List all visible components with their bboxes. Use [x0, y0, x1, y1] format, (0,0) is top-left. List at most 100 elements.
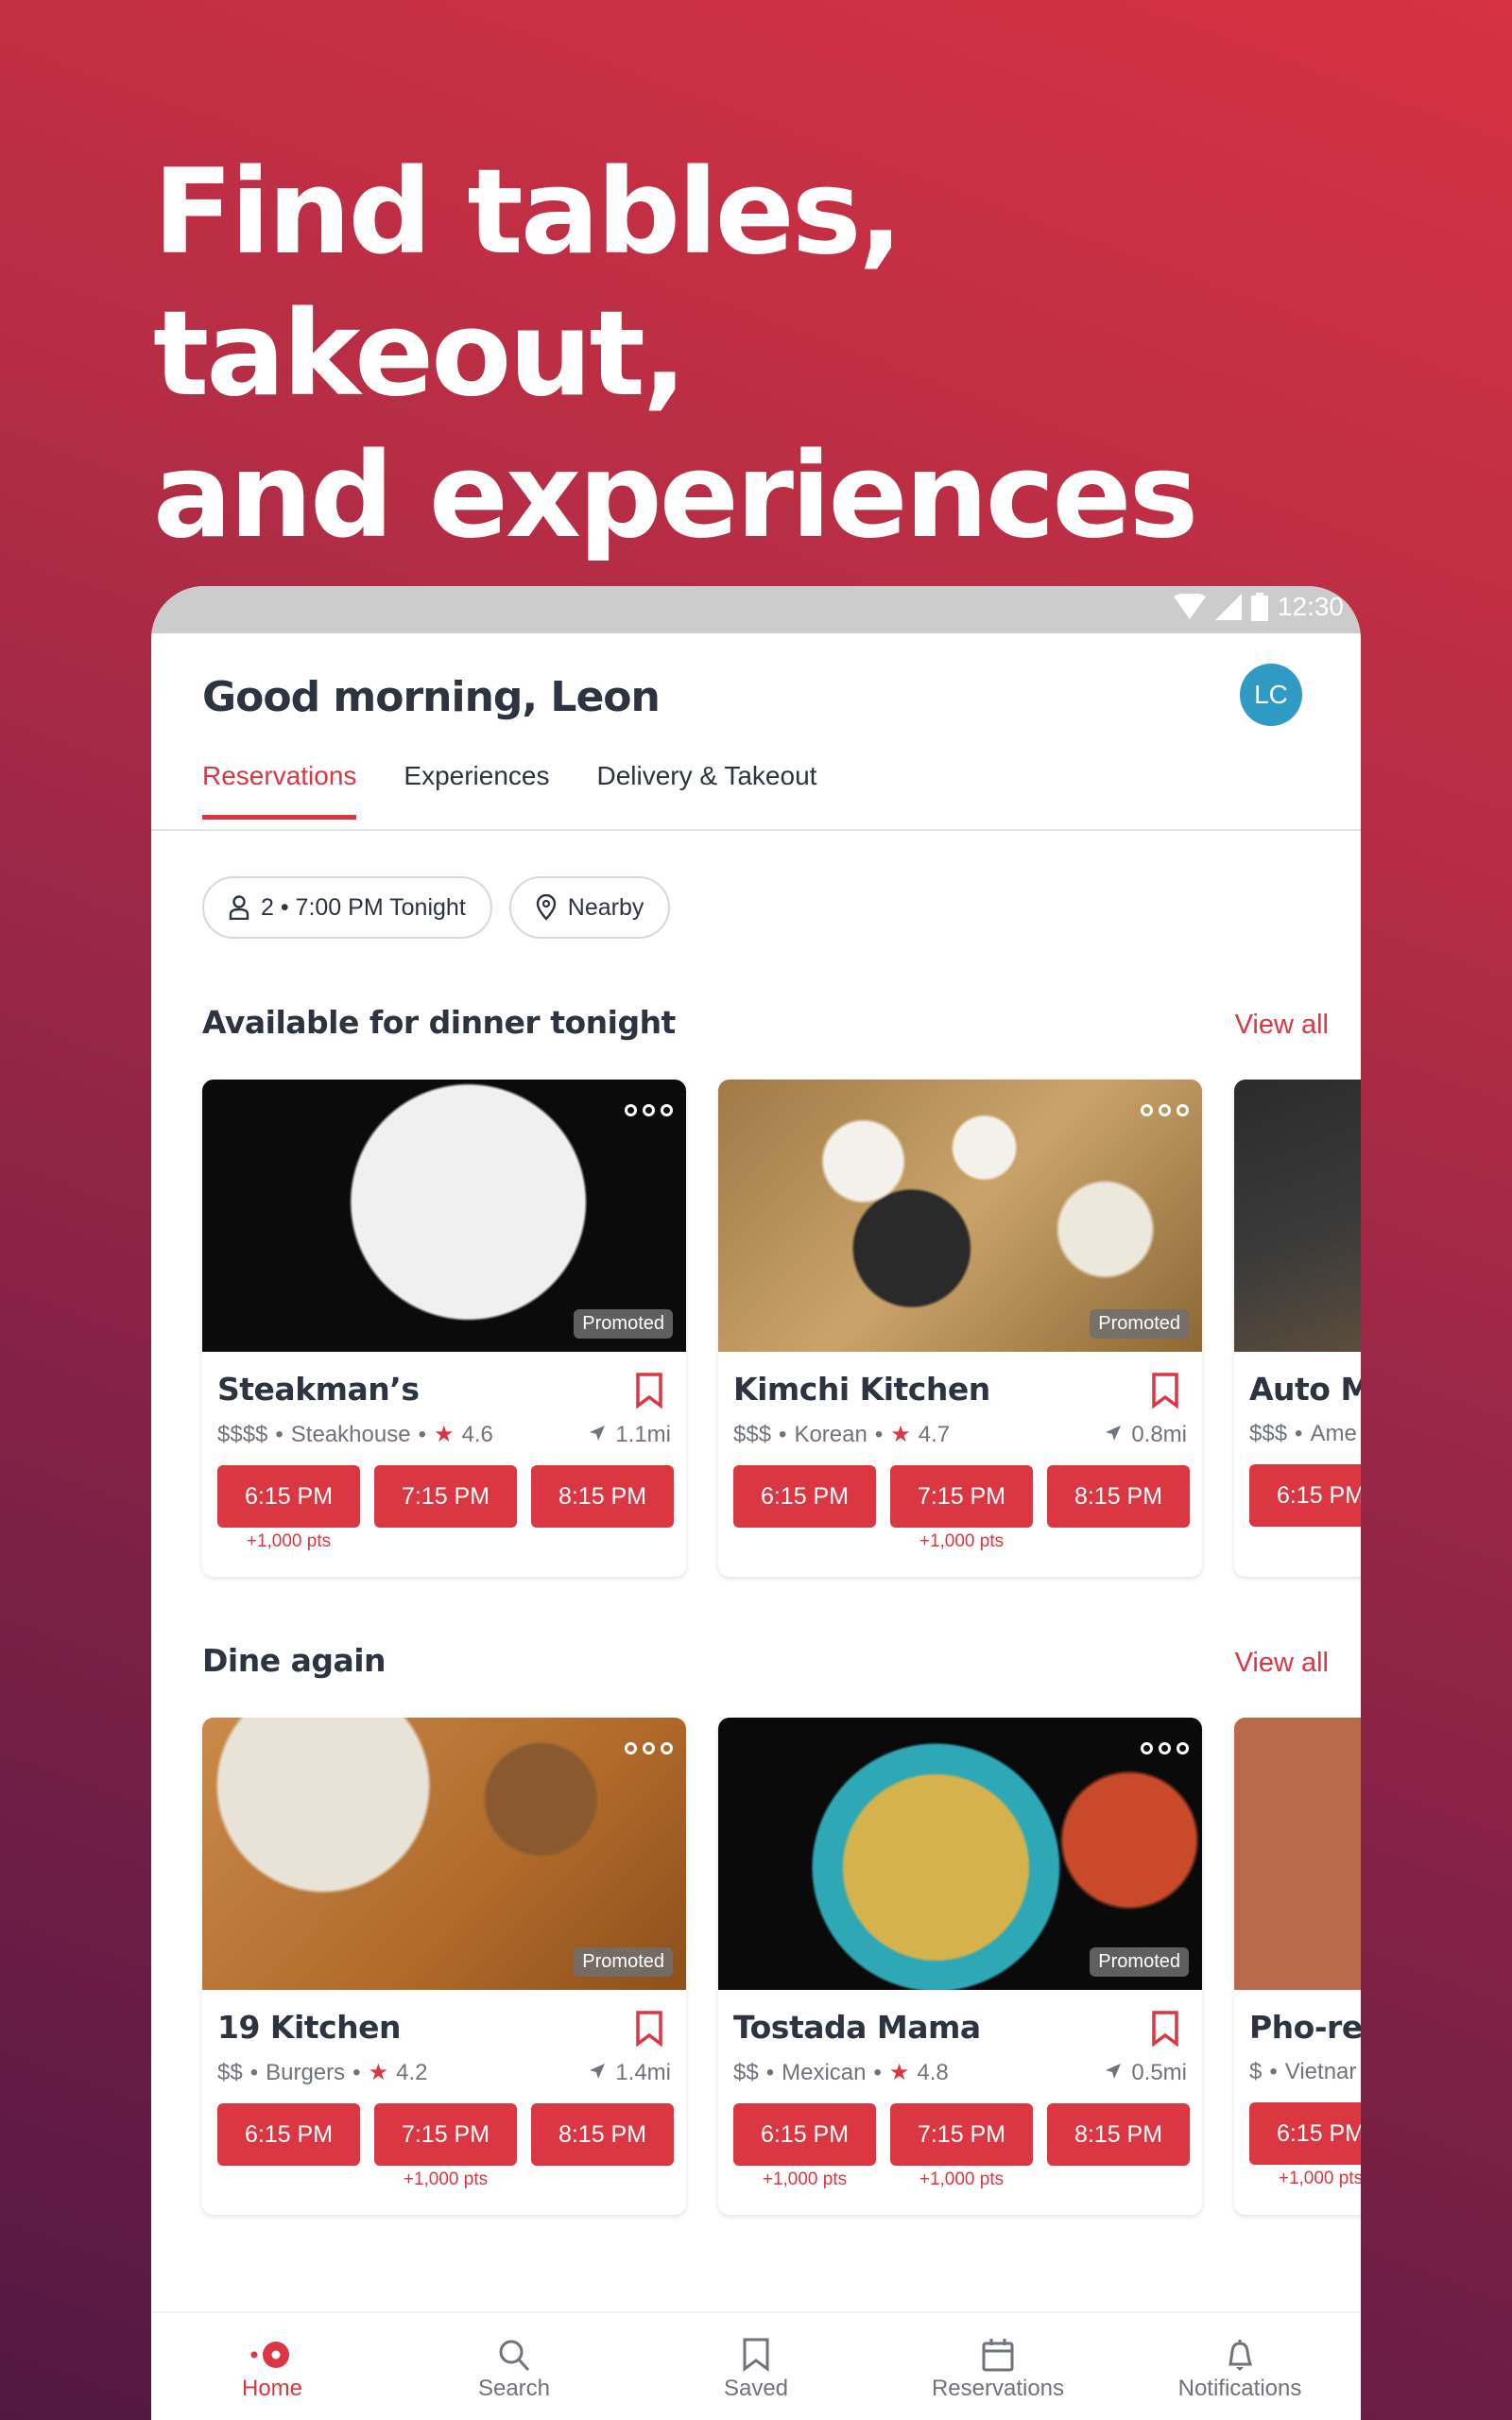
- save-bookmark-icon[interactable]: [635, 2011, 663, 2051]
- restaurant-card[interactable]: Promoted Tostada Mama $$ • Mexican • ★ 4.8 0.5mi…: [718, 1718, 1202, 2215]
- star-icon: ★: [433, 1422, 455, 1447]
- section-title-dine-again: Dine again: [202, 1642, 387, 1679]
- card-body: Kimchi Kitchen $$$ • Korean • ★ 4.7 0.8mi 6:15 P…: [718, 1352, 1202, 1554]
- save-bookmark-icon[interactable]: [635, 1373, 663, 1413]
- bottom-navigation: Home Search Saved Reservations Notificat…: [151, 2311, 1361, 2420]
- nav-notifications-label: Notifications: [1177, 2376, 1302, 2401]
- restaurant-meta: $ • Vietnar: [1249, 2059, 1361, 2085]
- dine-again-carousel[interactable]: Promoted 19 Kitchen $$ • Burgers • ★ 4.2 1.4mi 6:…: [202, 1718, 1361, 2215]
- time-slots: 6:15 PM +1,000 pts 7:15 PM 8:15 PM: [217, 1465, 674, 1554]
- time-slot: 7:15 PM +1,000 pts: [890, 1465, 1033, 1554]
- bell-icon: [1228, 2340, 1253, 2371]
- time-slot: 6:15 PM: [217, 2103, 360, 2192]
- tabs-divider: [151, 829, 1361, 831]
- card-body: Pho-rea $•Vietnar 6:15 PM +1,000 pts: [1234, 1990, 1361, 2191]
- nav-home[interactable]: Home: [151, 2313, 393, 2420]
- restaurant-meta: $$ • Mexican • ★ 4.8 0.5mi: [733, 2059, 1187, 2086]
- restaurant-photo[interactable]: Promoted: [718, 1718, 1202, 1990]
- time-slot-button[interactable]: 8:15 PM: [1047, 1465, 1190, 1528]
- party-time-label: 2 • 7:00 PM Tonight: [261, 893, 466, 921]
- nav-search[interactable]: Search: [393, 2313, 635, 2420]
- tab-reservations[interactable]: Reservations: [202, 761, 357, 820]
- avatar[interactable]: LC: [1240, 664, 1302, 726]
- distance-value: 1.1mi: [615, 1421, 671, 1447]
- time-slot-button[interactable]: 6:15 PM: [733, 2103, 876, 2166]
- view-all-dine-again[interactable]: View all: [1235, 1648, 1329, 1679]
- restaurant-photo[interactable]: Promoted: [202, 1718, 686, 1990]
- restaurant-card[interactable]: Promoted 19 Kitchen $$ • Burgers • ★ 4.2 1.4mi 6:…: [202, 1718, 686, 2215]
- points-bonus: +1,000 pts: [919, 1531, 1005, 1551]
- save-bookmark-icon[interactable]: [1151, 2011, 1179, 2051]
- time-slot: 8:15 PM: [531, 1465, 674, 1554]
- time-slot-button[interactable]: 8:15 PM: [531, 1465, 674, 1528]
- more-options-icon[interactable]: [625, 1104, 673, 1116]
- time-slot: 7:15 PM +1,000 pts: [890, 2103, 1033, 2192]
- restaurant-photo[interactable]: [1234, 1080, 1361, 1352]
- nav-saved[interactable]: Saved: [635, 2313, 877, 2420]
- more-options-icon[interactable]: [1141, 1104, 1189, 1116]
- dinner-tonight-carousel[interactable]: Promoted Steakman’s $$$$ • Steakhouse • ★ 4.6 1.…: [202, 1080, 1361, 1577]
- restaurant-name: Tostada Mama: [733, 2009, 981, 2046]
- restaurant-card[interactable]: Promoted Steakman’s $$$$ • Steakhouse • ★ 4.6 1.…: [202, 1080, 686, 1577]
- save-bookmark-icon[interactable]: [1151, 1373, 1179, 1413]
- time-slot: 6:15 PM +1,000 pts: [217, 1465, 360, 1554]
- location-label: Nearby: [567, 893, 644, 921]
- time-slot-button[interactable]: 6:15 PM: [217, 1465, 360, 1528]
- more-options-icon[interactable]: [1141, 1742, 1189, 1754]
- restaurant-name: Auto M: [1249, 1371, 1361, 1408]
- navigation-arrow-icon: [589, 2060, 606, 2086]
- tab-experiences[interactable]: Experiences: [404, 761, 549, 820]
- star-icon: ★: [368, 2060, 389, 2085]
- time-slot-button[interactable]: 7:15 PM: [890, 2103, 1033, 2166]
- time-slot-button[interactable]: 8:15 PM: [1047, 2103, 1190, 2166]
- time-slot: 8:15 PM: [1047, 1465, 1190, 1554]
- time-slot-button[interactable]: 7:15 PM: [890, 1465, 1033, 1528]
- time-slot-button[interactable]: 7:15 PM: [374, 2103, 517, 2166]
- party-time-chip[interactable]: 2 • 7:00 PM Tonight: [202, 876, 492, 939]
- time-slot-button[interactable]: 6:15 PM: [1249, 2102, 1361, 2165]
- restaurant-card[interactable]: Pho-rea $•Vietnar 6:15 PM +1,000 pts: [1234, 1718, 1361, 2215]
- time-slot-button[interactable]: 8:15 PM: [531, 2103, 674, 2166]
- nav-notifications[interactable]: Notifications: [1119, 2313, 1361, 2420]
- home-icon: [250, 2342, 289, 2368]
- restaurant-card[interactable]: Auto M $$$ • Ame 6:15 PM: [1234, 1080, 1361, 1577]
- time-slot-button[interactable]: 6:15 PM: [1249, 1464, 1361, 1527]
- time-slots: 6:15 PM +1,000 pts: [1249, 2102, 1361, 2191]
- headline-line-2: and experiences: [153, 428, 1198, 564]
- card-body: Tostada Mama $$ • Mexican • ★ 4.8 0.5mi 6:15 PM +…: [718, 1990, 1202, 2192]
- restaurant-meta: $$$ • Ame: [1249, 1421, 1361, 1447]
- battery-icon: [1250, 593, 1268, 621]
- time-slot: 6:15 PM +1,000 pts: [733, 2103, 876, 2192]
- more-options-icon[interactable]: [625, 1742, 673, 1754]
- time-slots: 6:15 PM +1,000 pts 7:15 PM +1,000 pts 8:15 P…: [733, 2103, 1190, 2192]
- rating: 4.8: [917, 2059, 949, 2085]
- restaurant-photo[interactable]: [1234, 1718, 1361, 1990]
- rating: 4.6: [461, 1421, 493, 1447]
- star-icon: ★: [890, 1422, 911, 1447]
- price-range: $$: [217, 2059, 243, 2085]
- nav-saved-label: Saved: [723, 2376, 789, 2401]
- time-slots: 6:15 PM 7:15 PM +1,000 pts 8:15 PM: [217, 2103, 674, 2192]
- price-range: $$$: [1249, 1421, 1288, 1446]
- price-range: $$: [733, 2059, 759, 2085]
- separator-dot: •: [418, 1421, 426, 1447]
- distance: 1.4mi: [589, 2060, 671, 2086]
- person-icon: [229, 895, 249, 920]
- distance: 0.5mi: [1105, 2060, 1187, 2086]
- restaurant-photo[interactable]: Promoted: [202, 1080, 686, 1352]
- restaurant-photo[interactable]: Promoted: [718, 1080, 1202, 1352]
- time-slot: 7:15 PM: [374, 1465, 517, 1554]
- location-chip[interactable]: Nearby: [508, 876, 671, 939]
- time-slot-button[interactable]: 7:15 PM: [374, 1465, 517, 1528]
- cuisine: Korean: [794, 1421, 868, 1447]
- time-slot-button[interactable]: 6:15 PM: [733, 1465, 876, 1528]
- view-all-dinner-tonight[interactable]: View all: [1235, 1010, 1329, 1041]
- points-bonus: +1,000 pts: [1278, 2169, 1361, 2188]
- points-bonus: +1,000 pts: [919, 2169, 1005, 2189]
- nav-reservations[interactable]: Reservations: [877, 2313, 1119, 2420]
- time-slot-button[interactable]: 6:15 PM: [217, 2103, 360, 2166]
- separator-dot: •: [249, 2059, 259, 2085]
- restaurant-name: Steakman’s: [217, 1371, 420, 1408]
- restaurant-card[interactable]: Promoted Kimchi Kitchen $$$ • Korean • ★ 4.7 0.8…: [718, 1080, 1202, 1577]
- tab-delivery-takeout[interactable]: Delivery & Takeout: [597, 761, 817, 820]
